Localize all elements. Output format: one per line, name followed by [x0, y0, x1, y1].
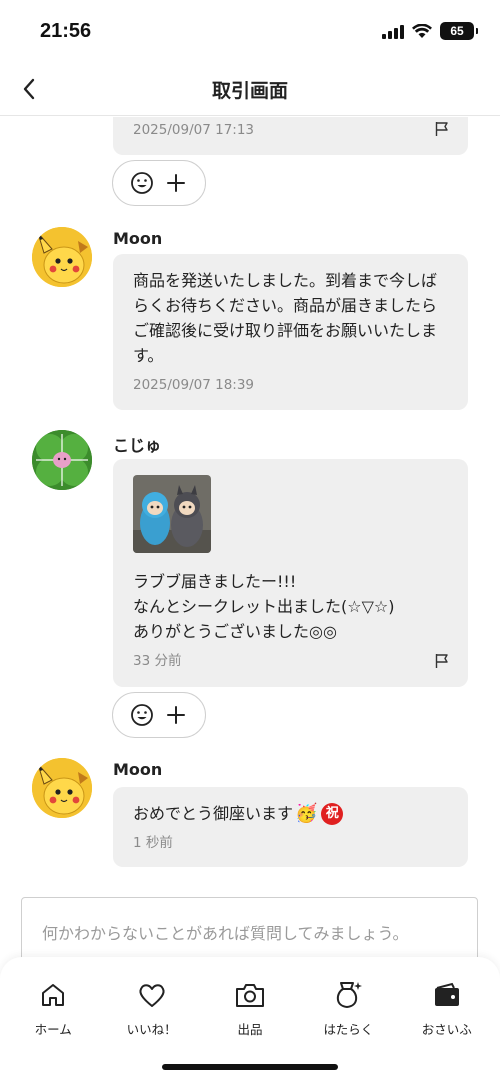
message-text-line: ラブブ届きましたー!!!	[133, 572, 297, 591]
camera-icon	[234, 979, 266, 1011]
message-text-line: なんとシークレット出ました(☆▽☆)	[133, 597, 395, 616]
nav-label: ホーム	[34, 1022, 72, 1037]
avatar[interactable]	[32, 227, 92, 287]
clover-avatar-icon	[32, 430, 92, 490]
message-timestamp: 1 秒前	[133, 835, 173, 851]
home-icon	[37, 979, 69, 1011]
plush-toys-photo	[133, 475, 211, 553]
nav-label: おさいふ	[421, 1022, 472, 1037]
attached-photo[interactable]	[133, 475, 211, 553]
message-text: 商品を発送いたしました。到着まで今しばらくお待ちください。商品が届きましたらご確…	[133, 271, 438, 365]
nav-item-work[interactable]: はたらく	[303, 979, 393, 1038]
flag-icon[interactable]	[434, 121, 450, 137]
battery-icon: 65	[440, 22, 478, 40]
flag-icon[interactable]	[434, 653, 450, 669]
status-bar: 21:56 65	[0, 0, 500, 62]
nav-label: いいね！	[126, 1022, 177, 1037]
nav-item-home[interactable]: ホーム	[8, 979, 98, 1038]
wallet-icon	[431, 979, 463, 1011]
message-text-content: おめでとう御座います	[133, 804, 294, 823]
message-bubble: おめでとう御座います 🥳 祝 1 秒前	[113, 787, 468, 867]
message-text: おめでとう御座います 🥳 祝	[133, 801, 448, 826]
party-face-emoji: 🥳	[295, 803, 318, 824]
add-reaction-button[interactable]	[128, 701, 156, 729]
plus-icon	[167, 706, 185, 724]
avatar[interactable]	[32, 758, 92, 818]
add-reaction-button[interactable]	[128, 169, 156, 197]
status-time: 21:56	[40, 20, 92, 42]
home-indicator	[162, 1064, 338, 1070]
cellular-signal-icon	[382, 23, 404, 39]
message-timestamp: 2025/09/07 18:39	[133, 377, 255, 393]
avatar[interactable]	[32, 430, 92, 490]
chat-thread: 2025/09/07 17:13 Moon 商品を発送いたしました。到着まで今し…	[0, 117, 500, 957]
message-text-line: ありがとうございました◎◎	[133, 622, 337, 641]
nav-item-sell[interactable]: 出品	[205, 979, 295, 1038]
nav-label: 出品	[237, 1022, 263, 1037]
message-timestamp: 2025/09/07 17:13	[133, 122, 255, 138]
smiley-icon	[131, 704, 153, 726]
smiley-icon	[131, 172, 153, 194]
message-bubble: ラブブ届きましたー!!! なんとシークレット出ました(☆▽☆) ありがとうござい…	[113, 459, 468, 687]
message-bubble: 2025/09/07 17:13	[113, 117, 468, 155]
wifi-icon	[412, 23, 432, 38]
page-title: 取引画面	[211, 80, 288, 102]
nav-item-likes[interactable]: いいね！	[107, 979, 197, 1038]
message-username: Moon	[113, 760, 163, 779]
status-icons: 65	[382, 22, 478, 40]
bottom-navigation: ホーム いいね！ 出品 はたらく おさいふ	[0, 957, 500, 1080]
plus-icon	[167, 174, 185, 192]
nav-item-wallet[interactable]: おさいふ	[402, 979, 492, 1038]
pikachu-avatar-icon	[32, 758, 92, 818]
message-username: Moon	[113, 229, 163, 248]
heart-icon	[136, 979, 168, 1011]
header: 取引画面	[0, 62, 500, 116]
pikachu-avatar-icon	[32, 227, 92, 287]
plus-button[interactable]	[162, 169, 190, 197]
message-username: こじゅ	[113, 436, 162, 455]
message-bubble: 商品を発送いたしました。到着まで今しばらくお待ちください。商品が届きましたらご確…	[113, 254, 468, 410]
plus-button[interactable]	[162, 701, 190, 729]
message-timestamp: 33 分前	[133, 653, 182, 669]
celebration-badge: 祝	[321, 802, 344, 825]
reaction-bar	[112, 160, 206, 206]
reaction-bar	[112, 692, 206, 738]
nav-label: はたらく	[323, 1022, 374, 1037]
money-bag-icon	[332, 979, 364, 1011]
